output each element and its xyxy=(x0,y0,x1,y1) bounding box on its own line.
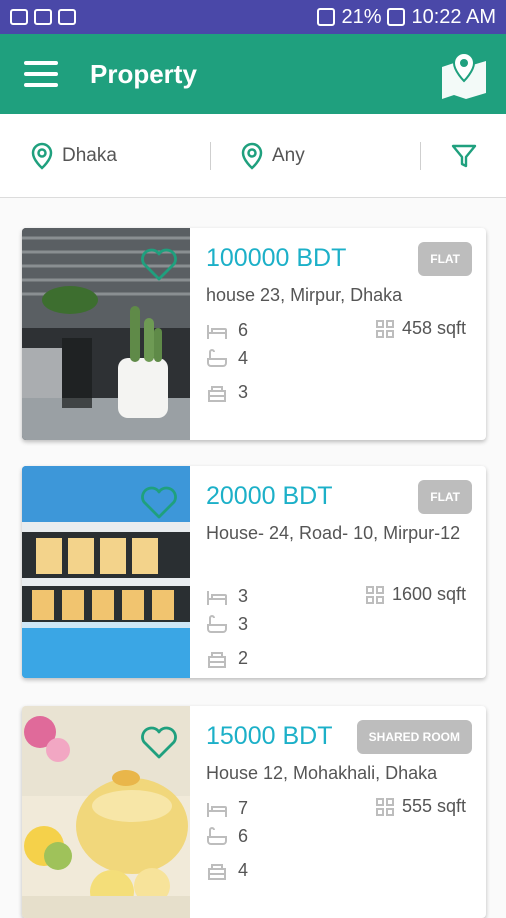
location-filter[interactable]: Dhaka xyxy=(30,142,117,170)
listing-card[interactable]: 15000 BDT SHARED ROOM House 12, Mohakhal… xyxy=(22,706,486,918)
mail-icon xyxy=(10,9,28,25)
area-spec: 555 sqft xyxy=(375,796,466,817)
battery-label: 21% xyxy=(341,5,382,28)
favorite-heart-icon[interactable] xyxy=(140,248,178,282)
listing-address: House 12, Mohakhali, Dhaka xyxy=(206,763,438,783)
area-grid-icon xyxy=(375,319,394,338)
clock: 10:22 AM xyxy=(411,5,496,28)
baths-count: 6 xyxy=(238,826,249,846)
beds-spec: 3 xyxy=(206,586,248,607)
download-icon xyxy=(58,9,76,25)
kitchens-spec: 4 xyxy=(206,860,248,881)
beds-count: 6 xyxy=(238,320,249,340)
property-type-badge: SHARED ROOM xyxy=(356,720,472,754)
area-spec: 458 sqft xyxy=(375,318,466,339)
kitchens-count: 3 xyxy=(238,382,249,402)
notification-icons xyxy=(10,9,76,25)
menu-button[interactable] xyxy=(24,61,58,87)
beds-spec: 6 xyxy=(206,320,248,341)
kitchen-icon xyxy=(208,863,226,880)
baths-count: 4 xyxy=(238,348,249,368)
listing-price: 20000 BDT xyxy=(206,482,333,510)
listing-card[interactable]: 100000 BDT FLAT house 23, Mirpur, Dhaka … xyxy=(22,228,486,440)
listing-price: 15000 BDT xyxy=(206,722,333,750)
map-icon[interactable] xyxy=(436,49,492,99)
favorite-heart-icon[interactable] xyxy=(140,726,178,760)
favorite-heart-icon[interactable] xyxy=(140,486,178,520)
page-title: Property xyxy=(90,58,197,89)
property-type-badge: FLAT xyxy=(418,480,472,514)
area-spec: 1600 sqft xyxy=(365,584,466,605)
listing-card[interactable]: 20000 BDT FLAT House- 24, Road- 10, Mirp… xyxy=(22,466,486,678)
kitchen-icon xyxy=(208,385,226,402)
kitchens-spec: 2 xyxy=(206,648,248,669)
location-pin-icon xyxy=(31,142,53,170)
beds-count: 7 xyxy=(238,798,249,818)
divider xyxy=(420,142,421,170)
listing-price: 100000 BDT xyxy=(206,244,347,272)
battery-icon xyxy=(387,8,406,26)
listing-address: house 23, Mirpur, Dhaka xyxy=(206,285,403,305)
baths-spec: 6 xyxy=(206,826,248,847)
type-filter[interactable]: Any xyxy=(240,142,305,170)
bed-icon xyxy=(207,590,227,605)
area-grid-icon xyxy=(375,797,394,816)
messenger-icon xyxy=(34,9,52,25)
location-pin-icon xyxy=(241,142,263,170)
kitchens-count: 2 xyxy=(238,648,249,668)
baths-count: 3 xyxy=(238,614,249,634)
beds-count: 3 xyxy=(238,586,249,606)
menu-line xyxy=(24,61,58,65)
baths-spec: 4 xyxy=(206,348,248,369)
divider xyxy=(210,142,211,170)
area-value: 555 sqft xyxy=(401,796,466,816)
location-label: Dhaka xyxy=(62,144,117,166)
kitchens-spec: 3 xyxy=(206,382,248,403)
beds-spec: 7 xyxy=(206,798,248,819)
area-value: 458 sqft xyxy=(401,318,466,338)
menu-line xyxy=(24,72,58,76)
bathtub-icon xyxy=(207,348,227,367)
status-bar: 21% 10:22 AM xyxy=(0,0,506,34)
bathtub-icon xyxy=(207,826,227,845)
property-type-badge: FLAT xyxy=(418,242,472,276)
type-label: Any xyxy=(272,144,305,166)
kitchen-icon xyxy=(208,651,226,668)
filter-icon[interactable] xyxy=(450,142,478,170)
bed-icon xyxy=(207,802,227,817)
baths-spec: 3 xyxy=(206,614,248,635)
menu-line xyxy=(24,83,58,87)
bathtub-icon xyxy=(207,614,227,633)
signal-icon xyxy=(317,8,336,26)
area-grid-icon xyxy=(365,585,384,604)
bed-icon xyxy=(207,324,227,339)
area-value: 1600 sqft xyxy=(391,584,466,604)
kitchens-count: 4 xyxy=(238,860,249,880)
system-status: 21% 10:22 AM xyxy=(317,6,496,29)
filter-bar: Dhaka Any xyxy=(0,114,506,198)
app-bar: Property xyxy=(0,34,506,114)
listing-address: House- 24, Road- 10, Mirpur-12 xyxy=(206,523,461,543)
